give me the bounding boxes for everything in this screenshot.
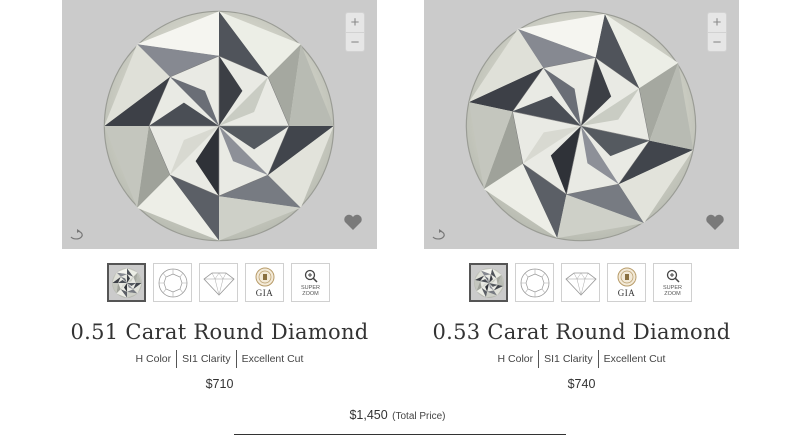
product-price: $710 <box>205 377 234 391</box>
super-zoom-thumb[interactable]: SUPER ZOOM <box>291 263 330 302</box>
diamond-profile-diagram-icon <box>202 272 235 296</box>
diamond-card-2: + − GIA SUPER ZOOM 0.53 Carat Round Diam… <box>424 0 739 391</box>
thumbnail-strip: GIA SUPER ZOOM <box>107 263 330 302</box>
gia-label: GIA <box>617 288 636 298</box>
product-title[interactable]: 0.53 Carat Round Diamond <box>424 320 739 344</box>
product-title[interactable]: 0.51 Carat Round Diamond <box>62 320 377 344</box>
photo-thumb[interactable] <box>107 263 146 302</box>
diamond-card-1: + − GIA SUPER ZOOM 0.51 Carat Round Diam… <box>62 0 377 391</box>
heart-icon[interactable] <box>343 213 363 231</box>
super-zoom-label: SUPER ZOOM <box>663 284 682 297</box>
gia-label: GIA <box>255 288 274 298</box>
gia-certificate-icon <box>617 267 636 287</box>
rotate-360-icon[interactable] <box>430 227 448 243</box>
total-amount: $1,450 <box>349 408 388 422</box>
gia-certificate-icon <box>255 267 274 287</box>
product-price: $740 <box>567 377 596 391</box>
zoom-in-button[interactable]: + <box>708 13 726 32</box>
profile-diagram-thumb[interactable] <box>199 263 238 302</box>
gia-thumb[interactable]: GIA <box>245 263 284 302</box>
zoom-in-button[interactable]: + <box>346 13 364 32</box>
top-diagram-thumb[interactable] <box>153 263 192 302</box>
zoom-control: + − <box>345 12 365 52</box>
zoom-out-button[interactable]: − <box>346 32 364 51</box>
spec-color: H Color <box>497 353 534 365</box>
total-label: (Total Price) <box>392 411 446 422</box>
super-zoom-thumb[interactable]: SUPER ZOOM <box>653 263 692 302</box>
magnifier-icon <box>304 269 318 283</box>
rotate-360-icon[interactable] <box>68 227 86 243</box>
product-specs: H Color SI1 Clarity Excellent Cut <box>424 350 739 368</box>
photo-thumb[interactable] <box>469 263 508 302</box>
diamond-viewer[interactable]: + − <box>424 0 739 249</box>
heart-icon[interactable] <box>705 213 725 231</box>
zoom-control: + − <box>707 12 727 52</box>
spec-cut: Excellent Cut <box>235 350 309 368</box>
diamond-photo-icon <box>473 267 504 298</box>
diamond-profile-diagram-icon <box>564 272 597 296</box>
diamond-viewer[interactable]: + − <box>62 0 377 249</box>
spec-color: H Color <box>135 353 172 365</box>
profile-diagram-thumb[interactable] <box>561 263 600 302</box>
diamond-top-diagram-icon <box>158 268 187 297</box>
thumbnail-strip: GIA SUPER ZOOM <box>469 263 692 302</box>
spec-clarity: SI1 Clarity <box>538 350 597 368</box>
diamond-top-diagram-icon <box>520 268 549 297</box>
top-diagram-thumb[interactable] <box>515 263 554 302</box>
diamond-image <box>464 9 698 243</box>
diamond-image <box>103 10 335 242</box>
super-zoom-label: SUPER ZOOM <box>301 284 320 297</box>
spec-cut: Excellent Cut <box>597 350 671 368</box>
spec-clarity: SI1 Clarity <box>176 350 235 368</box>
gia-thumb[interactable]: GIA <box>607 263 646 302</box>
total-price: $1,450 (Total Price) <box>0 406 795 424</box>
zoom-out-button[interactable]: − <box>708 32 726 51</box>
magnifier-icon <box>666 269 680 283</box>
product-specs: H Color SI1 Clarity Excellent Cut <box>62 350 377 368</box>
divider <box>234 434 566 435</box>
diamond-photo-icon <box>111 267 142 298</box>
